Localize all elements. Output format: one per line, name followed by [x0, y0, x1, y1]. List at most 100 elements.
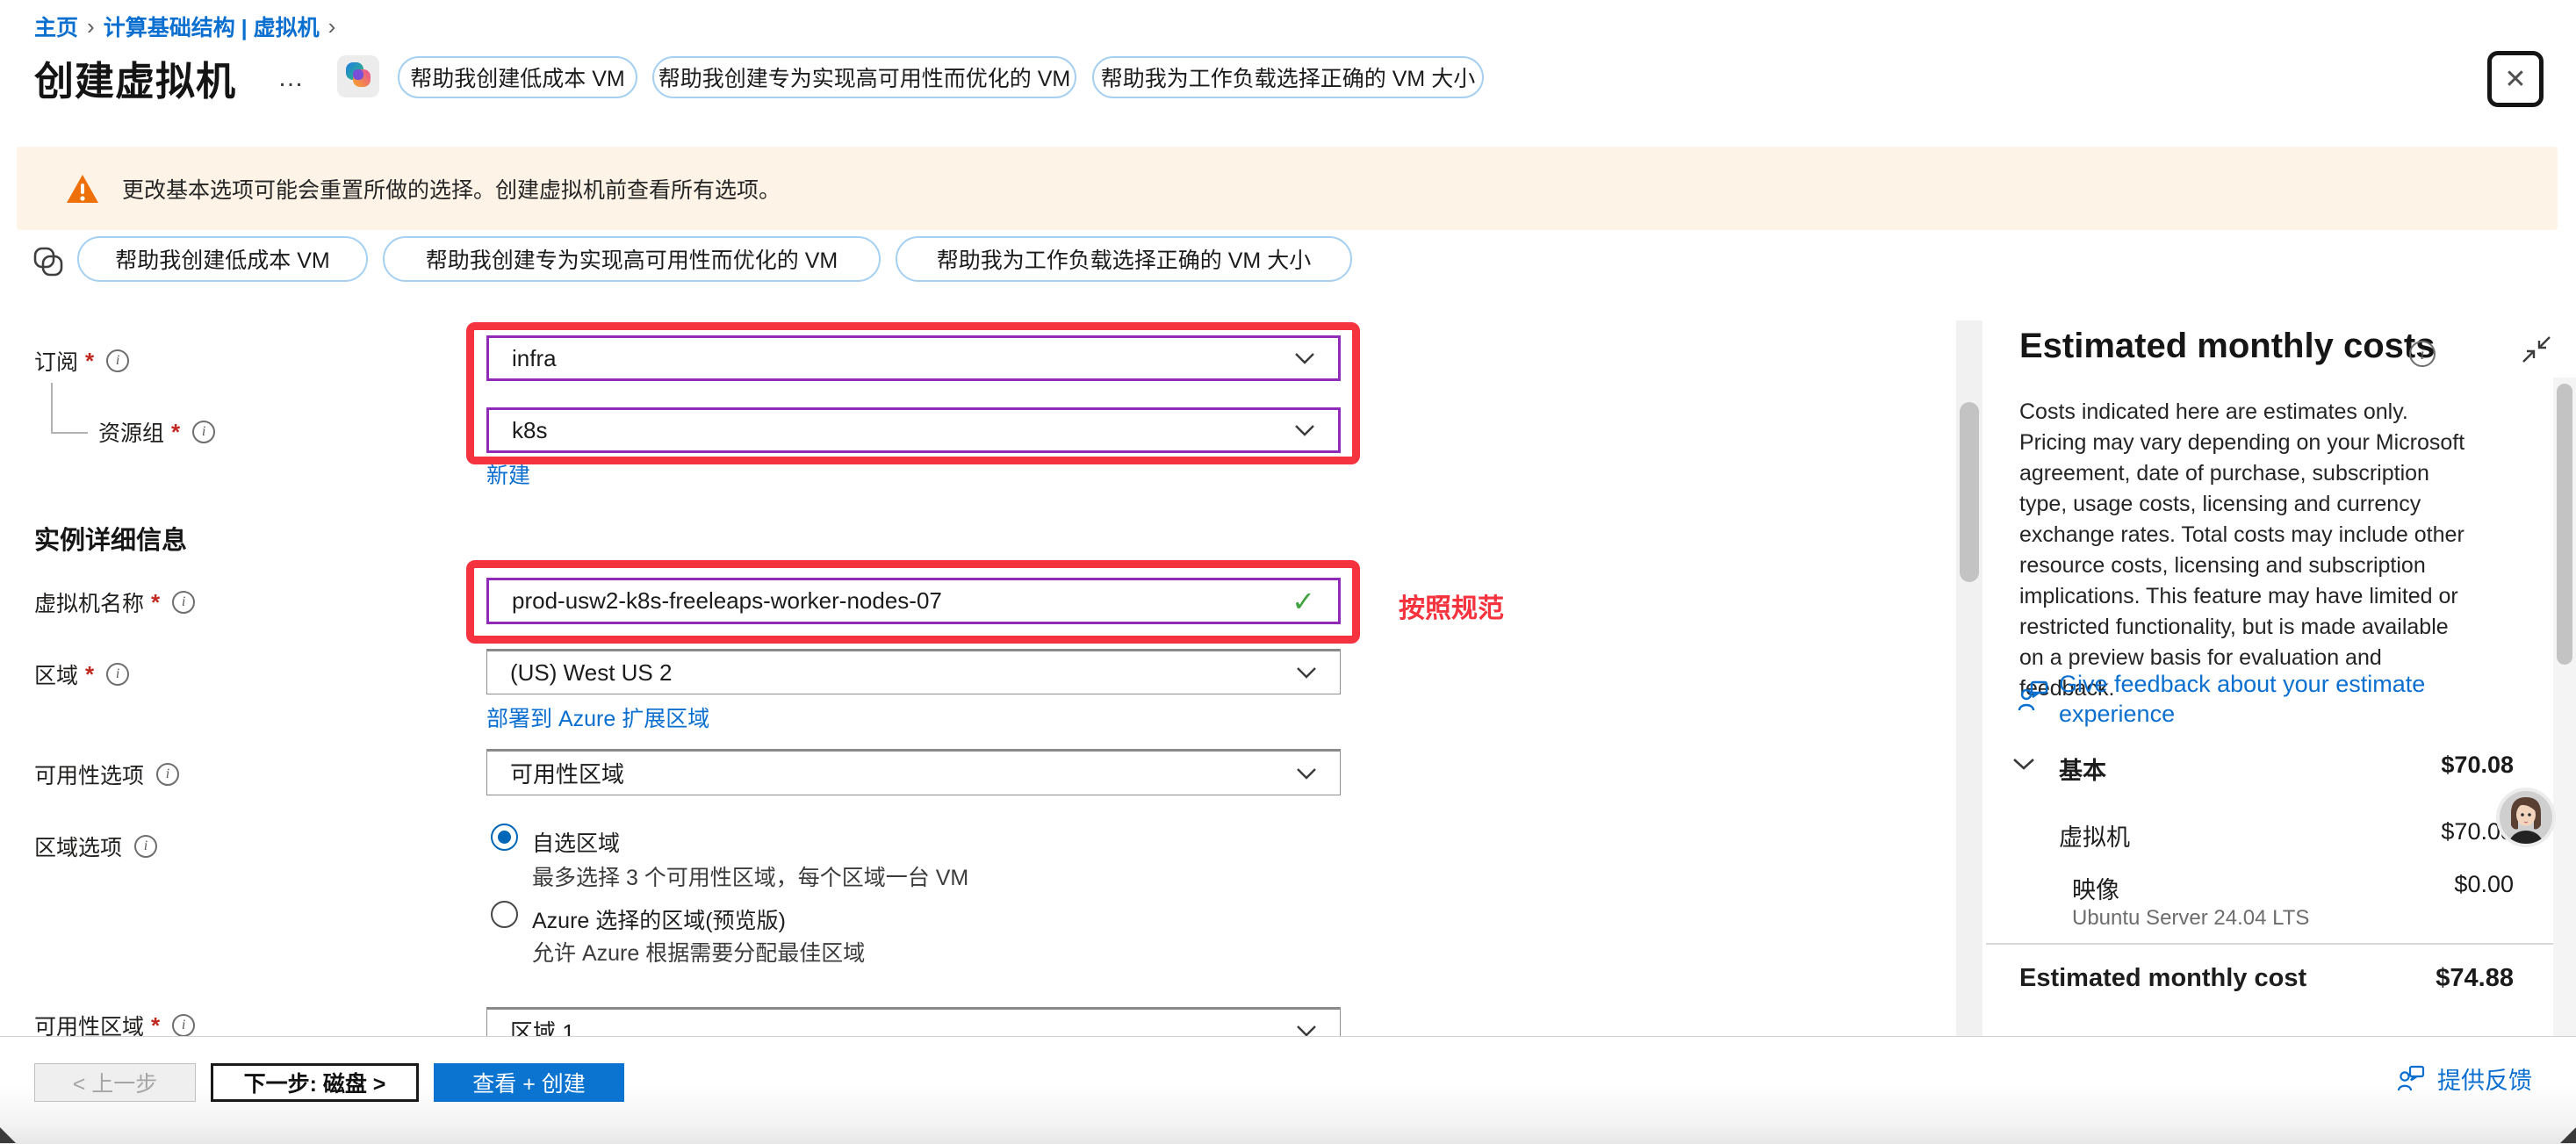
cost-total-amount: $74.88 — [2436, 964, 2514, 993]
form-scrollbar-thumb[interactable] — [1960, 402, 1979, 582]
zone-options-label: 区域选项 — [34, 831, 122, 862]
region-select[interactable]: (US) West US 2 — [486, 649, 1341, 694]
vm-name-label-row: 虚拟机名称 * i — [34, 586, 195, 618]
cost-panel-description: Costs indicated here are estimates only.… — [2019, 397, 2472, 704]
region-value: (US) West US 2 — [510, 659, 672, 687]
radio-self-selected-zones[interactable] — [491, 824, 518, 851]
cost-row-image-label: 映像 — [2072, 871, 2119, 905]
cost-panel-scrollbar-track[interactable] — [2553, 378, 2576, 1036]
info-icon[interactable]: i — [134, 835, 157, 858]
required-asterisk: * — [85, 661, 94, 688]
radio-azure-selected-zones-desc: 允许 Azure 根据需要分配最佳区域 — [532, 936, 865, 968]
info-icon[interactable]: i — [172, 591, 195, 614]
availability-options-label: 可用性选项 — [34, 759, 144, 790]
cost-panel-title: Estimated monthly costs — [2019, 327, 2435, 366]
warning-text: 更改基本选项可能会重置所做的选择。创建虚拟机前查看所有选项。 — [122, 173, 781, 205]
resource-group-label-row: 资源组 * i — [98, 416, 215, 448]
estimate-feedback-icon — [2018, 680, 2049, 720]
resource-group-value: k8s — [512, 417, 547, 444]
required-asterisk: * — [171, 419, 180, 446]
availability-options-select[interactable]: 可用性区域 — [486, 749, 1341, 795]
give-feedback-link[interactable]: 提供反馈 — [2397, 1061, 2532, 1096]
info-icon[interactable]: i — [2409, 341, 2436, 367]
overflow-menu-icon[interactable]: … — [277, 63, 306, 93]
suggestion-pill-high-availability-vm[interactable]: 帮助我创建专为实现高可用性而优化的 VM — [383, 236, 881, 282]
previous-button[interactable]: < 上一步 — [34, 1063, 196, 1102]
chevron-down-icon[interactable] — [2012, 757, 2035, 775]
vm-name-input[interactable]: prod-usw2-k8s-freeleaps-worker-nodes-07 … — [486, 578, 1341, 624]
breadcrumb-compute-vm[interactable]: 计算基础结构 | 虚拟机 — [104, 11, 320, 42]
breadcrumb: 主页 › 计算基础结构 | 虚拟机 › — [34, 11, 344, 42]
chevron-down-icon — [1294, 352, 1315, 364]
page-title: 创建虚拟机 — [34, 49, 236, 106]
radio-self-selected-zones-label[interactable]: 自选区域 — [532, 826, 620, 858]
instance-details-heading: 实例详细信息 — [34, 520, 187, 557]
cost-row-basic-amount: $70.08 — [2441, 752, 2514, 779]
required-asterisk: * — [151, 589, 160, 616]
copilot-button[interactable] — [337, 55, 379, 97]
subscription-select[interactable]: infra — [486, 335, 1341, 381]
subscription-value: infra — [512, 345, 557, 372]
cost-panel-divider — [1986, 943, 2555, 945]
warning-banner: 更改基本选项可能会重置所做的选择。创建虚拟机前查看所有选项。 — [17, 147, 2558, 230]
region-label-row: 区域 * i — [34, 658, 129, 690]
region-label: 区域 — [34, 658, 78, 690]
feedback-label: 提供反馈 — [2437, 1061, 2532, 1096]
cost-row-vm-label: 虚拟机 — [2059, 818, 2130, 853]
window-corner — [0, 1127, 16, 1143]
resource-group-label: 资源组 — [98, 416, 164, 448]
close-icon: ✕ — [2504, 64, 2526, 95]
availability-options-value: 可用性区域 — [510, 757, 624, 789]
info-icon[interactable]: i — [192, 421, 215, 443]
chevron-down-icon — [1296, 1025, 1317, 1037]
next-disks-button[interactable]: 下一步: 磁盘 > — [211, 1063, 419, 1102]
suggestion-pill-right-vm-size[interactable]: 帮助我为工作负载选择正确的 VM 大小 — [896, 236, 1352, 282]
copilot-pill-right-vm-size[interactable]: 帮助我为工作负载选择正确的 VM 大小 — [1092, 56, 1484, 98]
availability-options-label-row: 可用性选项 i — [34, 759, 179, 790]
required-asterisk: * — [151, 1012, 160, 1040]
required-asterisk: * — [85, 348, 94, 375]
annotation-note: 按照规范 — [1399, 586, 1504, 625]
form-scrollbar-track[interactable] — [1956, 320, 1982, 1036]
cost-row-image-amount: $0.00 — [2454, 871, 2514, 898]
estimate-feedback-link[interactable]: Give feedback about your estimate experi… — [2059, 669, 2480, 729]
chevron-down-icon — [1296, 767, 1317, 780]
chevron-down-icon — [1294, 424, 1315, 436]
breadcrumb-separator: › — [320, 13, 345, 40]
feedback-icon — [2397, 1065, 2427, 1093]
cost-row-basic-label[interactable]: 基本 — [2059, 752, 2106, 786]
chevron-down-icon — [1296, 666, 1317, 679]
vm-name-label: 虚拟机名称 — [34, 586, 144, 618]
copilot-pill-low-cost-vm[interactable]: 帮助我创建低成本 VM — [398, 56, 637, 98]
breadcrumb-separator: › — [78, 13, 104, 40]
resource-group-select[interactable]: k8s — [486, 407, 1341, 453]
breadcrumb-home[interactable]: 主页 — [34, 11, 78, 42]
info-icon[interactable]: i — [156, 763, 179, 786]
footer-bar: < 上一步 下一步: 磁盘 > 查看 + 创建 提供反馈 — [0, 1036, 2576, 1144]
close-button[interactable]: ✕ — [2487, 51, 2544, 107]
copilot-logo-icon — [343, 60, 373, 94]
radio-dot — [498, 831, 511, 844]
zone-options-label-row: 区域选项 i — [34, 831, 157, 862]
subscription-resource-group-connector — [51, 383, 88, 434]
info-icon[interactable]: i — [172, 1014, 195, 1037]
info-icon[interactable]: i — [106, 349, 129, 372]
avatar[interactable] — [2495, 787, 2557, 853]
suggestion-pill-low-cost-vm[interactable]: 帮助我创建低成本 VM — [77, 236, 368, 282]
copilot-pill-high-availability-vm[interactable]: 帮助我创建专为实现高可用性而优化的 VM — [652, 56, 1076, 98]
deploy-edge-zone-link[interactable]: 部署到 Azure 扩展区域 — [486, 702, 709, 733]
valid-check-icon: ✓ — [1292, 585, 1315, 618]
window-corner — [2560, 1127, 2576, 1143]
radio-azure-selected-zones-label[interactable]: Azure 选择的区域(预览版) — [532, 903, 786, 935]
create-new-resource-group-link[interactable]: 新建 — [486, 458, 530, 490]
warning-icon — [66, 174, 99, 204]
cost-row-image-sub: Ubuntu Server 24.04 LTS — [2072, 906, 2309, 931]
radio-azure-selected-zones[interactable] — [491, 901, 518, 928]
collapse-panel-icon[interactable] — [2522, 335, 2551, 368]
cost-total-label: Estimated monthly cost — [2019, 964, 2306, 993]
info-icon[interactable]: i — [106, 663, 129, 686]
subscription-label: 订阅 — [34, 345, 78, 377]
review-create-button[interactable]: 查看 + 创建 — [434, 1063, 624, 1102]
copilot-outline-icon — [32, 246, 64, 282]
cost-panel-scrollbar-thumb[interactable] — [2557, 384, 2572, 665]
